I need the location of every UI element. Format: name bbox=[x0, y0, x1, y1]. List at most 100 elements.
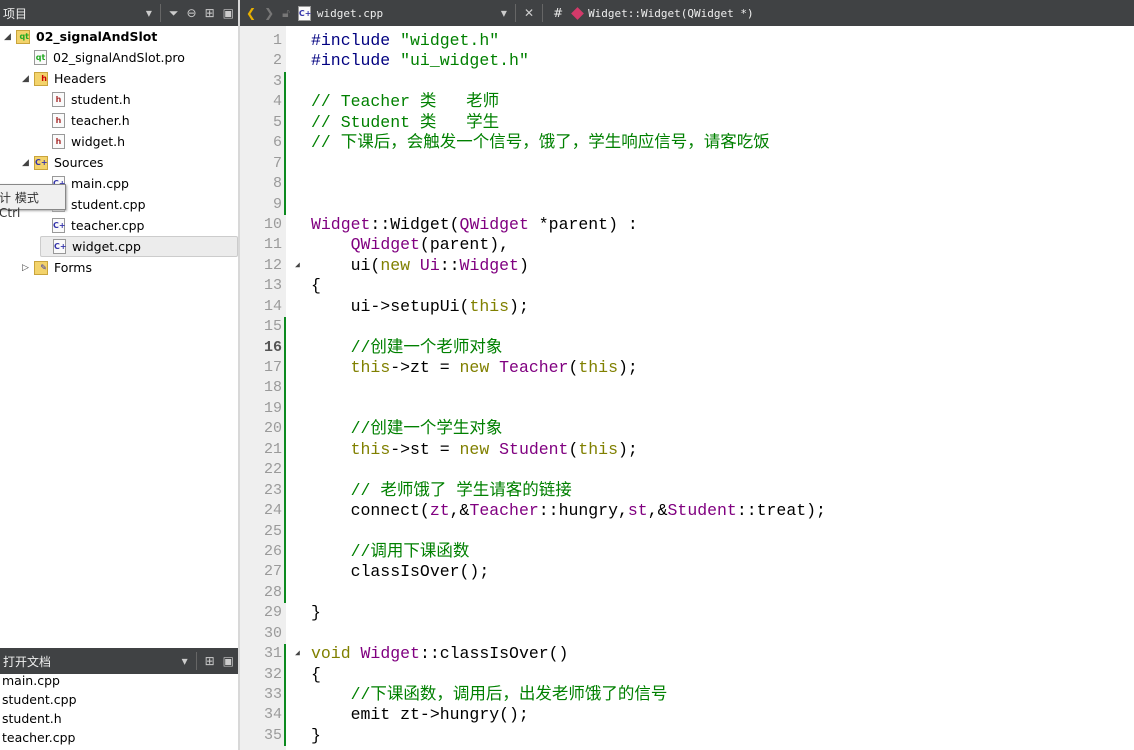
open-file-selector[interactable]: widget.cpp bbox=[317, 7, 497, 20]
code-line[interactable]: 4 // Teacher 类 老师 bbox=[240, 92, 1134, 113]
expanded-arrow-icon[interactable]: ◢ bbox=[4, 32, 16, 42]
code-token: ,& bbox=[449, 501, 470, 521]
tree-item[interactable]: C+ teacher.cpp bbox=[40, 215, 144, 236]
code-text: this->zt = new Teacher(this); bbox=[311, 358, 638, 378]
tree-item[interactable]: ◢ qt 02_signalAndSlot bbox=[4, 26, 157, 47]
code-line[interactable]: 14 ui->setupUi(this); bbox=[240, 297, 1134, 317]
forward-icon[interactable]: ❯ bbox=[264, 6, 274, 20]
code-line[interactable]: 2 #include "ui_widget.h" bbox=[240, 51, 1134, 71]
code-line[interactable]: 27 classIsOver(); bbox=[240, 562, 1134, 583]
code-token: } bbox=[311, 603, 321, 623]
code-token: ,& bbox=[647, 501, 668, 521]
code-line[interactable]: 3 bbox=[240, 71, 1134, 93]
code-line[interactable]: 20 //创建一个学生对象 bbox=[240, 419, 1134, 440]
code-line[interactable]: 1 #include "widget.h" bbox=[240, 31, 1134, 51]
code-line[interactable]: 29} bbox=[240, 603, 1134, 623]
h-file-icon: h bbox=[52, 113, 65, 128]
editor-toolbar: ❮ ❯ 🔓︎ C+ widget.cpp ▾ ✕ # Widget::Widge… bbox=[240, 0, 1134, 26]
code-line[interactable]: 30 bbox=[240, 624, 1134, 644]
code-text: //创建一个老师对象 bbox=[311, 338, 503, 358]
code-line[interactable]: 9 bbox=[240, 194, 1134, 215]
line-number: 14 bbox=[263, 297, 282, 315]
filter-icon[interactable]: ⏷ bbox=[169, 6, 179, 21]
code-line[interactable]: 24 connect(zt,&Teacher::hungry,st,&Stude… bbox=[240, 501, 1134, 522]
collapsed-arrow-icon[interactable]: ▷ bbox=[22, 263, 34, 273]
change-marker bbox=[284, 378, 286, 399]
dropdown-arrow-icon[interactable]: ▾ bbox=[182, 654, 188, 668]
split-icon[interactable]: ⊞ bbox=[205, 6, 215, 20]
tree-item[interactable]: h teacher.h bbox=[40, 110, 130, 131]
code-line[interactable]: 6 // 下课后，会触发一个信号，饿了，学生响应信号，请客吃饭 bbox=[240, 133, 1134, 154]
tree-item[interactable]: qt 02_signalAndSlot.pro bbox=[22, 47, 185, 68]
tree-item[interactable]: h widget.h bbox=[40, 131, 125, 152]
folder-icon: qt bbox=[16, 29, 30, 44]
code-token: { bbox=[311, 276, 321, 296]
symbol-icon bbox=[571, 6, 584, 20]
symbol-selector[interactable]: Widget::Widget(QWidget *) bbox=[588, 7, 754, 20]
lock-icon[interactable]: 🔓︎ bbox=[282, 6, 290, 21]
divider bbox=[542, 4, 543, 22]
code-line[interactable]: 21 this->st = new Student(this); bbox=[240, 439, 1134, 461]
tree-item[interactable]: C+ widget.cpp bbox=[40, 236, 238, 257]
code-text: #include "widget.h" bbox=[311, 31, 499, 51]
code-line[interactable]: 12 ◢ ui(new Ui::Widget) bbox=[240, 256, 1134, 276]
code-token: ui->setupUi( bbox=[311, 296, 470, 316]
line-number: 33 bbox=[263, 686, 282, 703]
code-line[interactable]: 18 bbox=[240, 378, 1134, 399]
code-token: st bbox=[627, 501, 648, 521]
code-line[interactable]: 15 bbox=[240, 317, 1134, 338]
fold-marker-icon[interactable]: ◢ bbox=[295, 644, 300, 664]
change-marker bbox=[284, 174, 286, 195]
tree-item[interactable]: ◢ h Headers bbox=[22, 68, 106, 89]
open-document-item[interactable]: main.cpp bbox=[0, 672, 238, 691]
code-line[interactable]: 23 // 老师饿了 学生请客的链接 bbox=[240, 480, 1134, 502]
code-token: this bbox=[350, 439, 391, 459]
code-line[interactable]: 17 this->zt = new Teacher(this); bbox=[240, 358, 1134, 379]
close-pane-icon[interactable]: ▣ bbox=[223, 6, 234, 20]
code-line[interactable]: 7 bbox=[240, 153, 1134, 175]
code-line[interactable]: 28 bbox=[240, 582, 1134, 604]
code-token: ( bbox=[568, 439, 579, 459]
code-line[interactable]: 10 Widget::Widget(QWidget *parent) : bbox=[240, 215, 1134, 235]
close-pane-icon[interactable]: ▣ bbox=[223, 654, 234, 668]
dropdown-arrow-icon[interactable]: ▾ bbox=[146, 6, 152, 20]
code-line[interactable]: 5 // Student 类 学生 bbox=[240, 112, 1134, 134]
code-line[interactable]: 31 ◢ void Widget::classIsOver() bbox=[240, 644, 1134, 665]
split-icon[interactable]: ⊞ bbox=[205, 654, 215, 668]
back-icon[interactable]: ❮ bbox=[246, 6, 256, 20]
hash-indicator[interactable]: # bbox=[553, 6, 563, 20]
change-marker bbox=[284, 337, 286, 358]
close-document-icon[interactable]: ✕ bbox=[524, 6, 534, 20]
line-number: 31 bbox=[263, 645, 282, 663]
code-line[interactable]: 25 bbox=[240, 521, 1134, 542]
expanded-arrow-icon[interactable]: ◢ bbox=[22, 74, 34, 84]
expanded-arrow-icon[interactable]: ◢ bbox=[22, 158, 34, 168]
open-document-item[interactable]: student.h bbox=[0, 710, 238, 729]
open-document-item[interactable]: teacher.cpp bbox=[0, 729, 238, 748]
code-line[interactable]: 19 bbox=[240, 398, 1134, 420]
tree-item-label: student.cpp bbox=[71, 197, 146, 212]
code-line[interactable]: 33 //下课函数，调用后，出发老师饿了的信号 bbox=[240, 685, 1134, 706]
code-line[interactable]: 11 QWidget(parent), bbox=[240, 235, 1134, 255]
open-document-item[interactable]: student.cpp bbox=[0, 691, 238, 710]
code-line[interactable]: 13 { bbox=[240, 276, 1134, 296]
folder-icon: C+ bbox=[34, 155, 48, 170]
line-number: 22 bbox=[263, 461, 282, 479]
fold-marker-icon[interactable]: ◢ bbox=[295, 256, 300, 276]
code-line[interactable]: 22 bbox=[240, 460, 1134, 481]
code-line[interactable]: 16 //创建一个老师对象 bbox=[240, 337, 1134, 358]
code-line[interactable]: 34 emit zt->hungry(); bbox=[240, 705, 1134, 726]
code-line[interactable]: 32 { bbox=[240, 664, 1134, 685]
tree-item[interactable]: h student.h bbox=[40, 89, 131, 110]
code-token: Widget bbox=[311, 214, 371, 234]
code-editor[interactable]: 1 #include "widget.h" 2 #include "ui_widget… bbox=[240, 31, 1134, 747]
tree-item[interactable]: ▷ ✎ Forms bbox=[22, 257, 92, 278]
link-icon[interactable]: ⊖ bbox=[187, 6, 197, 20]
file-dropdown-icon[interactable]: ▾ bbox=[501, 6, 507, 20]
code-line[interactable]: 26 //调用下课函数 bbox=[240, 541, 1134, 563]
tree-item[interactable]: ◢ C+ Sources bbox=[22, 152, 103, 173]
code-line[interactable]: 35} bbox=[240, 725, 1134, 747]
code-line[interactable]: 8 bbox=[240, 174, 1134, 195]
code-token: this bbox=[578, 358, 618, 377]
